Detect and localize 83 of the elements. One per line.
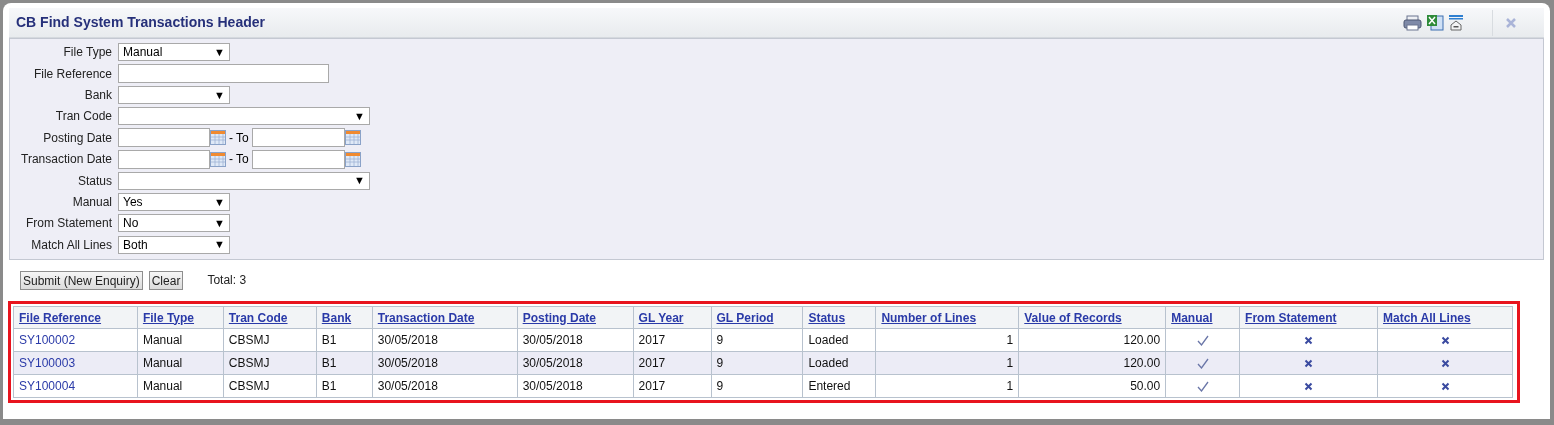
date-field[interactable] [118, 128, 210, 148]
date-field[interactable] [118, 149, 210, 169]
table-cell: 30/05/2018 [372, 374, 518, 398]
column-header[interactable]: Number of Lines [875, 306, 1019, 329]
column-header[interactable]: Posting Date [517, 306, 634, 329]
calendar-icon[interactable] [344, 151, 361, 167]
column-header[interactable]: Bank [316, 306, 373, 329]
column-header[interactable]: File Type [137, 306, 224, 329]
table-cell: 1 [875, 351, 1019, 375]
field-label: File Reference [32, 65, 112, 83]
table-cell: 30/05/2018 [517, 374, 634, 398]
column-header[interactable]: Value of Records [1018, 306, 1166, 329]
collapse-icon[interactable] [1448, 14, 1464, 31]
table-cell: 120.00 [1018, 351, 1166, 375]
table-cell: Entered [802, 374, 876, 398]
column-header[interactable]: GL Period [711, 306, 803, 329]
file-link[interactable]: SY100002 [13, 328, 138, 352]
table-cell: CBSMJ [223, 328, 317, 352]
dropdown[interactable]: ▼ [118, 85, 230, 104]
window-title: CB Find System Transactions Header [16, 13, 265, 32]
field-label: Manual [71, 193, 112, 211]
column-header[interactable]: GL Year [633, 306, 711, 329]
calendar-icon[interactable] [344, 130, 361, 146]
input-field[interactable] [118, 64, 329, 84]
dropdown[interactable]: Both ▼ [118, 235, 230, 254]
column-header[interactable]: From Statement [1239, 306, 1378, 329]
date-field[interactable] [251, 149, 345, 169]
column-header[interactable]: File Reference [13, 306, 138, 329]
table-cell: B1 [316, 351, 373, 375]
table-cell: 120.00 [1018, 328, 1166, 352]
field-label: From Statement [24, 215, 112, 233]
field-label: File Type [62, 44, 112, 62]
field-label: Tran Code [54, 108, 112, 126]
field-label: Posting Date [42, 129, 112, 147]
column-header[interactable]: Transaction Date [372, 306, 518, 329]
table-cell: CBSMJ [223, 351, 317, 375]
table-cell: Loaded [802, 351, 876, 375]
table-cell: 30/05/2018 [517, 328, 634, 352]
field-label: Transaction Date [20, 151, 112, 169]
table-cell: 1 [875, 374, 1019, 398]
field-label: Match All Lines [30, 236, 112, 254]
calendar-icon[interactable] [210, 151, 226, 167]
file-link[interactable]: SY100003 [13, 351, 138, 375]
table-cell: 9 [711, 374, 803, 398]
table-cell: 2017 [633, 328, 711, 352]
table-cell: 1 [875, 328, 1019, 352]
column-header[interactable]: Match All Lines [1377, 306, 1513, 329]
table-cell: Manual [137, 374, 224, 398]
date-field[interactable] [251, 128, 345, 148]
dropdown[interactable]: Yes ▼ [118, 192, 230, 211]
spreadsheet-icon[interactable] [1426, 14, 1444, 31]
column-header[interactable]: Manual [1165, 306, 1240, 329]
field-label: Status [76, 172, 112, 190]
file-link[interactable]: SY100004 [13, 374, 138, 398]
table-cell: Manual [137, 351, 224, 375]
table-cell: 30/05/2018 [517, 351, 634, 375]
table-cell: B1 [316, 374, 373, 398]
table-cell: Manual [137, 328, 224, 352]
print-icon[interactable] [1403, 14, 1422, 31]
dropdown[interactable]: No ▼ [118, 214, 230, 233]
submit-button[interactable]: Submit (New Enquiry) [20, 270, 143, 290]
table-cell: 9 [711, 328, 803, 352]
table-cell: CBSMJ [223, 374, 317, 398]
dropdown[interactable]: Manual ▼ [118, 43, 230, 62]
table-cell: 30/05/2018 [372, 351, 518, 375]
close-icon[interactable] [1505, 16, 1517, 29]
calendar-icon[interactable] [210, 130, 226, 146]
total-count: Total: 3 [207, 272, 247, 289]
range-separator: - To [229, 129, 249, 147]
column-header[interactable]: Tran Code [223, 306, 317, 329]
dropdown[interactable]: ▼ [118, 107, 370, 126]
table-cell: 50.00 [1018, 374, 1166, 398]
table-cell: 30/05/2018 [372, 328, 518, 352]
column-header[interactable]: Status [802, 306, 876, 329]
field-label: Bank [83, 86, 112, 104]
table-cell: 2017 [633, 374, 711, 398]
range-separator: - To [229, 151, 249, 169]
clear-button[interactable]: Clear [148, 270, 184, 290]
table-cell: 9 [711, 351, 803, 375]
table-cell: 2017 [633, 351, 711, 375]
dropdown[interactable]: ▼ [118, 171, 370, 190]
table-cell: B1 [316, 328, 373, 352]
table-cell: Loaded [802, 328, 876, 352]
